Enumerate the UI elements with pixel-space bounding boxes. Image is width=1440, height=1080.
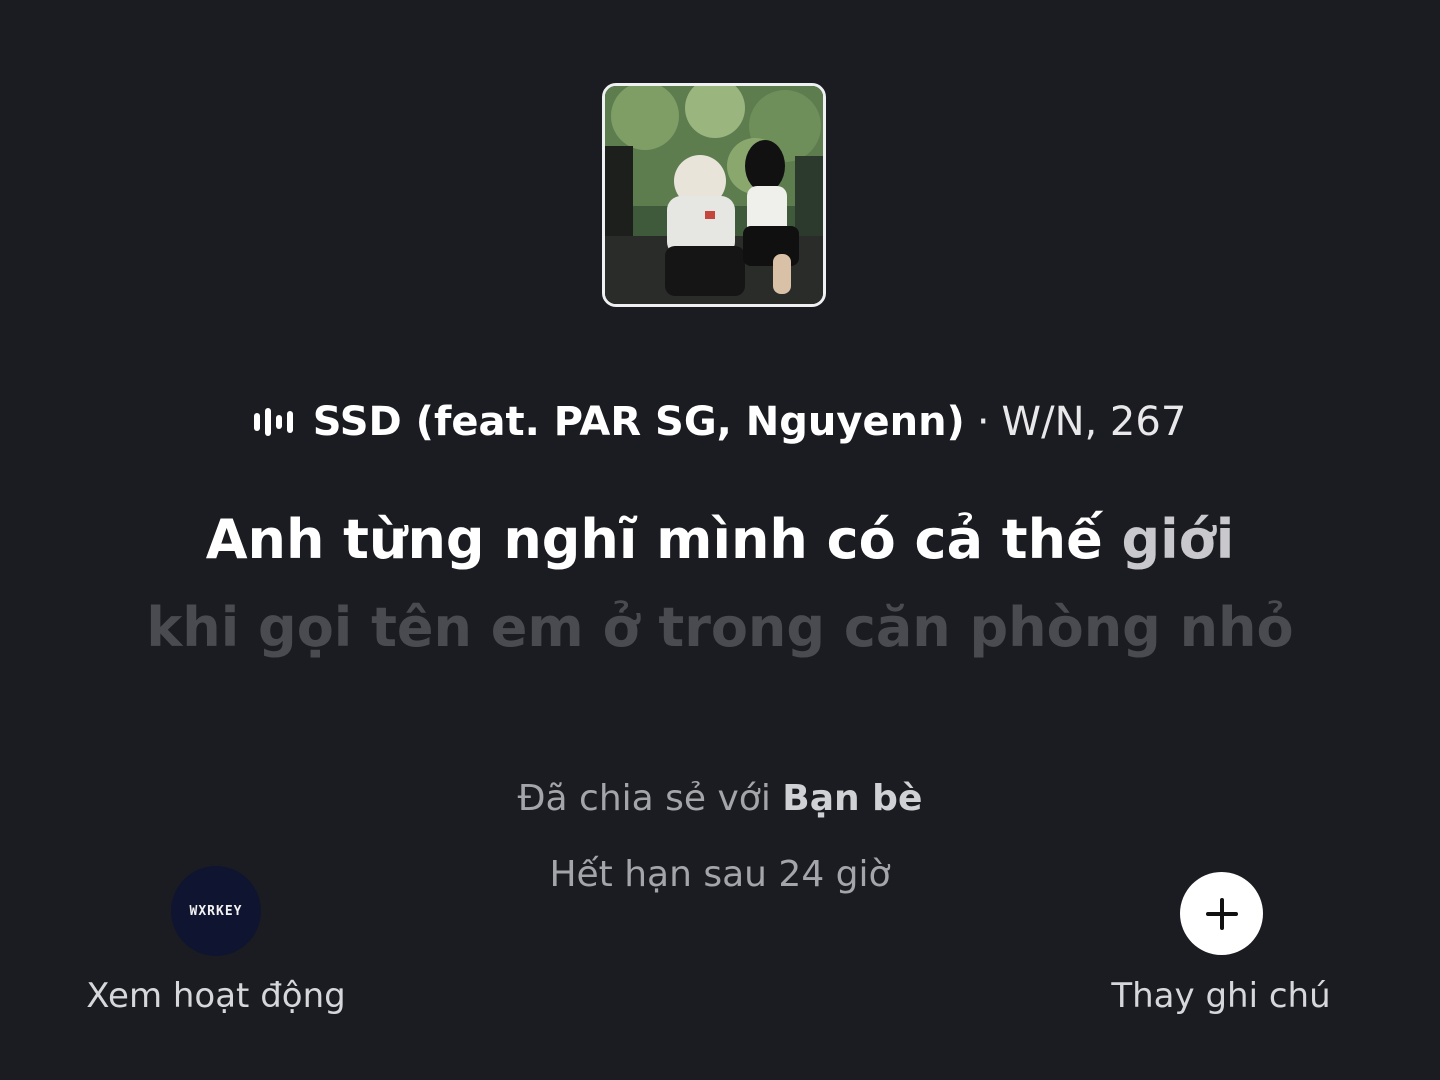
track-title: SSD (feat. PAR SG, Nguyenn) bbox=[312, 399, 965, 445]
avatar-logo-text: WXRKEY bbox=[189, 903, 243, 919]
lyric-current-sung: Anh từng nghĩ mình có cả thế bbox=[205, 508, 1103, 571]
track-artist: W/N, 267 bbox=[1001, 399, 1187, 445]
equalizer-icon bbox=[253, 407, 293, 437]
view-activity-button[interactable]: Xem hoạt động bbox=[60, 976, 372, 1016]
album-art-image bbox=[605, 86, 823, 304]
plus-icon bbox=[1205, 897, 1238, 930]
shared-prefix: Đã chia sẻ với bbox=[517, 778, 771, 819]
avatar[interactable]: WXRKEY bbox=[171, 866, 261, 956]
shared-with-text: Đã chia sẻ với Bạn bè bbox=[0, 778, 1440, 819]
lyric-current-line: Anh từng nghĩ mình có cả thế giới bbox=[0, 508, 1440, 571]
change-note-label[interactable]: Thay ghi chú bbox=[1100, 976, 1342, 1016]
lyric-next-line: khi gọi tên em ở trong căn phòng nhỏ bbox=[146, 596, 1294, 659]
album-art[interactable] bbox=[602, 83, 826, 307]
track-separator: · bbox=[976, 399, 990, 445]
now-playing-line[interactable]: SSD (feat. PAR SG, Nguyenn) · W/N, 267 bbox=[0, 392, 1440, 452]
change-note-button[interactable] bbox=[1180, 872, 1263, 955]
shared-audience: Bạn bè bbox=[782, 778, 923, 819]
lyric-current-pending: giới bbox=[1121, 508, 1235, 571]
